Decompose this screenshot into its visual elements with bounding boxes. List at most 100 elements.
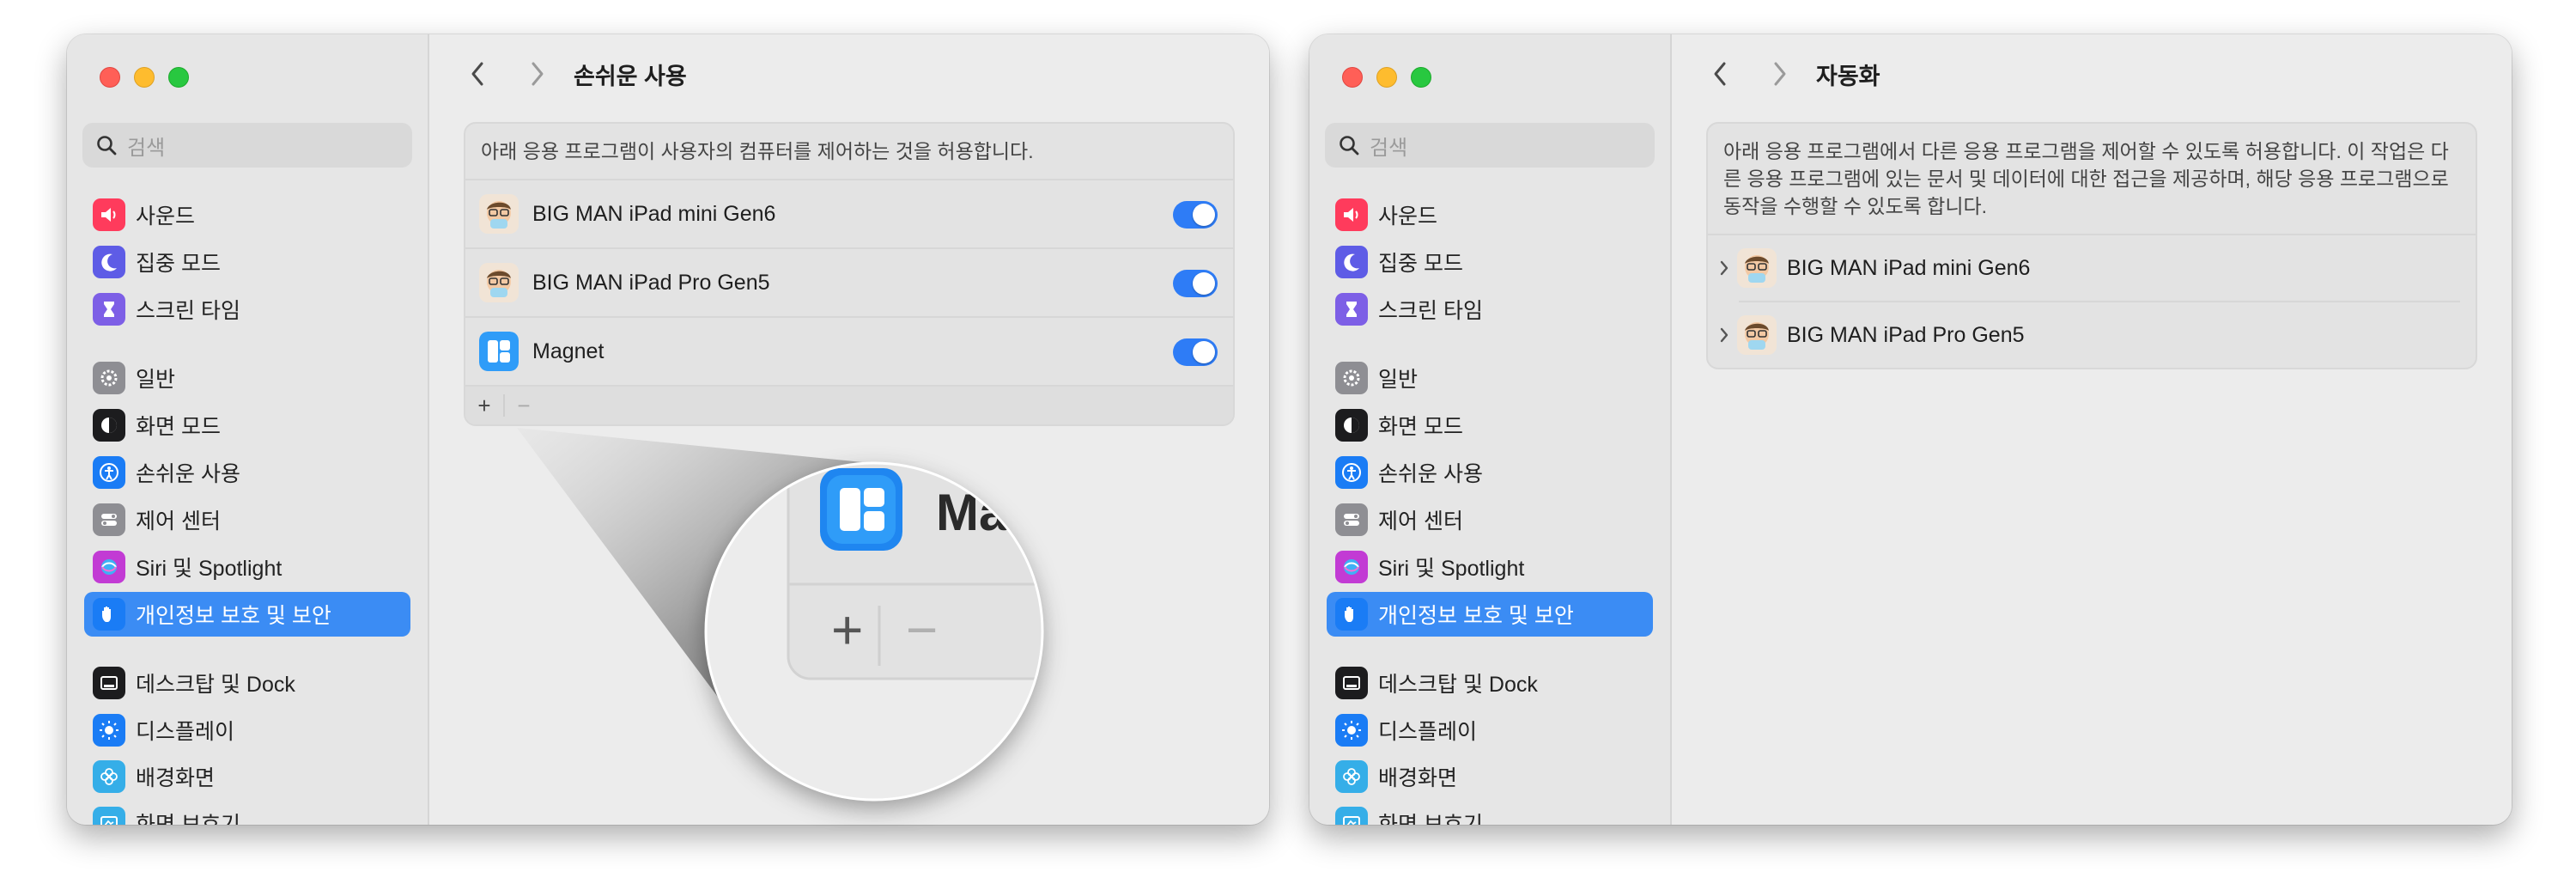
disclosure-chevron-icon[interactable] (1716, 259, 1732, 277)
search-field[interactable]: 검색 (82, 123, 412, 168)
back-button[interactable] (1703, 57, 1737, 91)
sidebar-item[interactable]: 스크린 타임 (84, 287, 410, 332)
accessibility-toggle[interactable] (1173, 338, 1218, 366)
sidebar-item[interactable]: 손쉬운 사용 (1327, 450, 1653, 495)
sidebar-item-label: 스크린 타임 (136, 299, 240, 323)
navigation-bar: 손쉬운 사용 (460, 57, 687, 91)
speaker-icon (93, 198, 125, 231)
moon-icon (93, 246, 125, 278)
close-window-button[interactable] (1342, 67, 1363, 88)
sidebar-item[interactable]: 일반 (1327, 356, 1653, 400)
forward-button[interactable] (1763, 57, 1797, 91)
sidebar-item-label: 화면 모드 (136, 415, 221, 439)
sidebar-item-label: 화면 보호기 (1378, 813, 1483, 825)
sidebar-item[interactable]: 사운드 (1327, 192, 1653, 237)
accessibility-icon (93, 456, 125, 489)
sidebar-item[interactable]: 디스플레이 (1327, 708, 1653, 753)
back-button[interactable] (460, 57, 495, 91)
disclosure-chevron-icon[interactable] (1716, 326, 1732, 344)
navigation-bar: 자동화 (1703, 57, 1880, 91)
siri-icon (1335, 551, 1368, 583)
sidebar-item[interactable]: 배경화면 (1327, 754, 1653, 799)
sidebar-item[interactable]: 스크린 타임 (1327, 287, 1653, 332)
panel-description: 아래 응용 프로그램이 사용자의 컴퓨터를 제어하는 것을 허용합니다. (481, 140, 1034, 162)
sidebar-item[interactable]: 개인정보 보호 및 보안 (84, 592, 410, 637)
hourglass-icon (1335, 293, 1368, 326)
sidebar-item-label: 데스크탑 및 Dock (1378, 673, 1538, 697)
minimize-window-button[interactable] (134, 67, 155, 88)
sidebar-item[interactable]: 집중 모드 (84, 240, 410, 284)
sidebar-item[interactable]: 화면 보호기 (84, 801, 410, 825)
sidebar-item[interactable]: 화면 모드 (84, 403, 410, 448)
siri-icon (93, 551, 125, 583)
app-row-ipad-mini[interactable]: BIG MAN iPad mini Gen6 (1708, 235, 2476, 301)
accessibility-settings-window: 검색 사운드 집중 모드 스크린 타임 일반 화면 모드 손쉬운 사용 제어 센터 Siri … (67, 34, 1269, 825)
memoji-app-icon (1737, 315, 1777, 355)
sun-icon (1335, 714, 1368, 747)
accessibility-toggle[interactable] (1173, 201, 1218, 229)
remove-button[interactable]: − (505, 393, 543, 419)
sidebar-item[interactable]: Siri 및 Spotlight (1327, 545, 1653, 589)
sidebar-item[interactable]: 사운드 (84, 192, 410, 237)
search-field[interactable]: 검색 (1325, 123, 1655, 168)
sidebar-item[interactable]: Siri 및 Spotlight (84, 545, 410, 589)
sidebar-item-label: 일반 (136, 368, 176, 392)
sidebar-item-label: 집중 모드 (136, 252, 221, 276)
app-row-magnet: Magnet (465, 316, 1233, 385)
app-name: BIG MAN iPad mini Gen6 (1787, 255, 2031, 280)
sidebar-item-label: 개인정보 보호 및 보안 (1378, 604, 1574, 628)
main-pane: 손쉬운 사용 아래 응용 프로그램이 사용자의 컴퓨터를 제어하는 것을 허용합… (429, 34, 1269, 825)
search-icon (1340, 136, 1359, 155)
sidebar-item[interactable]: 데스크탑 및 Dock (84, 661, 410, 705)
screensaver-icon (93, 807, 125, 825)
flower-icon (1335, 760, 1368, 793)
close-window-button[interactable] (100, 67, 120, 88)
sun-icon (93, 714, 125, 747)
sidebar-item[interactable]: 집중 모드 (1327, 240, 1653, 284)
app-row-ipad-mini: BIG MAN iPad mini Gen6 (465, 179, 1233, 247)
sidebar-item-label: 집중 모드 (1378, 252, 1463, 276)
app-name: BIG MAN iPad mini Gen6 (532, 201, 776, 226)
sidebar-item[interactable]: 제어 센터 (84, 497, 410, 542)
app-row-ipad-pro[interactable]: BIG MAN iPad Pro Gen5 (1708, 302, 2476, 368)
automation-app-list: 아래 응용 프로그램에서 다른 응용 프로그램을 제어할 수 있도록 허용합니다… (1706, 122, 2477, 369)
add-button[interactable]: + (465, 393, 503, 419)
memoji-app-icon (479, 263, 519, 302)
sidebar-item[interactable]: 화면 보호기 (1327, 801, 1653, 825)
sidebar-item-label: 화면 모드 (1378, 415, 1463, 439)
sidebar-item-label: 제어 센터 (136, 509, 221, 533)
sidebar-item[interactable]: 개인정보 보호 및 보안 (1327, 592, 1653, 637)
zoom-window-button[interactable] (168, 67, 189, 88)
sidebar-item-label: 손쉬운 사용 (136, 462, 240, 486)
accessibility-toggle[interactable] (1173, 270, 1218, 297)
sidebar-item[interactable]: 손쉬운 사용 (84, 450, 410, 495)
sidebar-item-label: 스크린 타임 (1378, 299, 1483, 323)
sidebar-item-label: 손쉬운 사용 (1378, 462, 1483, 486)
sidebar-item[interactable]: 배경화면 (84, 754, 410, 799)
sidebar-item-label: 배경화면 (1378, 766, 1458, 790)
window-controls (100, 67, 189, 88)
sidebar-item-label: 제어 센터 (1378, 509, 1463, 533)
minimize-window-button[interactable] (1376, 67, 1397, 88)
app-name: BIG MAN iPad Pro Gen5 (532, 270, 770, 295)
sidebar-item[interactable]: 디스플레이 (84, 708, 410, 753)
sidebar-item-label: 배경화면 (136, 766, 216, 790)
sidebar: 검색 사운드집중 모드스크린 타임일반화면 모드손쉬운 사용제어 센터 Siri … (67, 34, 429, 825)
sidebar-item-label: 사운드 (136, 204, 196, 229)
zoom-window-button[interactable] (1411, 67, 1431, 88)
sidebar-item-label: 디스플레이 (1378, 720, 1478, 744)
add-remove-bar: + − (465, 385, 1233, 424)
sidebar-item-label: 데스크탑 및 Dock (136, 673, 295, 697)
hand-icon (1335, 598, 1368, 631)
sidebar-item[interactable]: 화면 모드 (1327, 403, 1653, 448)
magnet-app-icon (479, 332, 519, 371)
moon-icon (1335, 246, 1368, 278)
sidebar-item[interactable]: 데스크탑 및 Dock (1327, 661, 1653, 705)
sidebar-item-label: Siri 및 Spotlight (136, 557, 283, 581)
sidebar-item[interactable]: 일반 (84, 356, 410, 400)
sidebar-item[interactable]: 제어 센터 (1327, 497, 1653, 542)
search-icon (97, 136, 117, 155)
memoji-app-icon (479, 194, 519, 234)
forward-button[interactable] (520, 57, 555, 91)
control-center-icon (93, 503, 125, 536)
